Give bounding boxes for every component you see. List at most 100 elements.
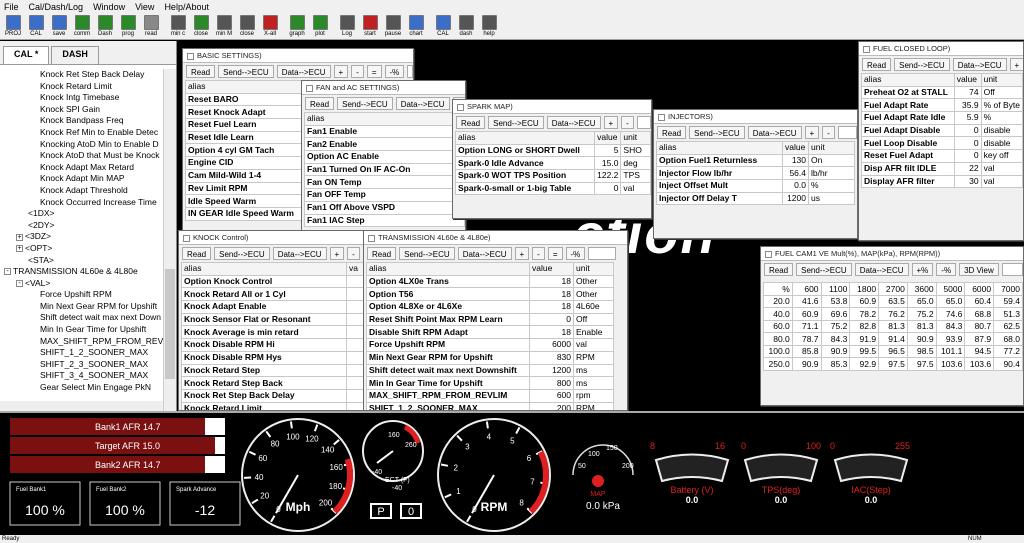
ve-cell[interactable]: 101.1	[935, 344, 966, 358]
window-titlebar[interactable]: FUEL CAM1 VE Mult(%), MAP(kPa), RPM(RPM)…	[761, 247, 1023, 261]
value-cell[interactable]: 35.9	[953, 98, 982, 113]
table-row[interactable]: Force Upshift RPM 6000 val	[366, 338, 614, 352]
window-button[interactable]: -%	[384, 65, 405, 78]
value-cell[interactable]: 122.2	[594, 169, 622, 183]
ve-cell[interactable]: 87.9	[964, 332, 995, 346]
window-button[interactable]: Send-->ECU	[337, 97, 393, 110]
menu-cal-dash-log[interactable]: Cal/Dash/Log	[29, 2, 84, 12]
value-cell[interactable]: 18	[529, 274, 574, 289]
value-cell[interactable]: 1200	[529, 363, 574, 378]
toolbar-dash-button[interactable]: dash	[455, 13, 477, 40]
ve-cell[interactable]: 91.9	[849, 332, 880, 346]
ve-cell[interactable]: 63.5	[878, 294, 908, 308]
window-button[interactable]: +	[514, 247, 530, 260]
window-button[interactable]: +	[1009, 58, 1023, 71]
value-cell[interactable]: 130	[782, 153, 809, 168]
table-row[interactable]: Knock Disable RPM Hys	[181, 350, 367, 365]
value-cell[interactable]: 22	[953, 161, 982, 176]
collapse-icon[interactable]: -	[4, 268, 11, 276]
toolbar-help-button[interactable]: help	[478, 13, 500, 40]
window-button[interactable]: -	[822, 126, 835, 139]
window-button[interactable]: Read	[186, 65, 216, 78]
step-input[interactable]	[837, 126, 857, 139]
ve-window[interactable]: FUEL CAM1 VE Mult(%), MAP(kPa), RPM(RPM)…	[760, 246, 1024, 406]
toolbar-cal-button[interactable]: CAL	[25, 13, 47, 40]
fuel-window[interactable]: FUEL CLOSED LOOP) Read Send-->ECU Data-->EC…	[858, 41, 1024, 241]
value-cell[interactable]: 18	[529, 300, 574, 314]
ve-cell[interactable]: 82.8	[849, 319, 880, 333]
toolbar-prog-button[interactable]: prog	[117, 13, 139, 40]
tree-item[interactable]: Gear Select Min Engage PkN	[0, 382, 163, 394]
window-button[interactable]: =	[366, 65, 382, 78]
table-row[interactable]: Display AFR filter 30 val	[861, 174, 1023, 189]
table-row[interactable]: Fan1 Enable	[304, 124, 465, 139]
ve-cell[interactable]: 68.0	[993, 332, 1023, 346]
tree-item[interactable]: Min In Gear Time for Upshift	[0, 324, 163, 336]
window-titlebar[interactable]: INJECTORS)	[654, 110, 857, 124]
tab-dash[interactable]: DASH	[51, 46, 99, 64]
tree-item[interactable]: Min Next Gear RPM for Upshift	[0, 301, 163, 313]
tree-item[interactable]: Knock Bandpass Freq	[0, 115, 163, 127]
ve-cell[interactable]: 96.5	[878, 344, 908, 358]
tab-cal[interactable]: CAL *	[3, 46, 50, 64]
ve-cell[interactable]: 98.5	[906, 344, 937, 358]
tree-item[interactable]: Knock Retard Limit	[0, 81, 163, 93]
expand-icon[interactable]: +	[16, 233, 23, 241]
scrollbar-thumb[interactable]	[165, 269, 175, 379]
table-row[interactable]: Inject Offset Mult 0.0%	[656, 179, 855, 193]
tree-item[interactable]: - TRANSMISSION 4L60e & 4L80e	[0, 266, 163, 278]
window-button[interactable]: Data-->ECU	[952, 58, 1007, 71]
toolbar-close-button[interactable]: close	[190, 13, 212, 40]
window-button[interactable]: Send-->ECU	[894, 58, 950, 71]
ve-cell[interactable]: 80.7	[964, 319, 995, 333]
window-button[interactable]: =	[547, 247, 563, 260]
tree-scrollbar[interactable]	[163, 69, 176, 411]
window-button[interactable]: -	[621, 116, 634, 129]
window-titlebar[interactable]: KNOCK Control)	[179, 231, 367, 245]
value-cell[interactable]: 800	[529, 376, 574, 390]
table-row[interactable]: Option Knock Control	[181, 274, 367, 289]
tree-item[interactable]: <STA>	[0, 255, 163, 267]
tree-item[interactable]: Knock Occurred Increase Time	[0, 197, 163, 209]
window-button[interactable]: Data-->ECU	[854, 263, 909, 276]
table-row[interactable]: Disable Shift RPM Adapt 18 Enable	[366, 325, 614, 340]
table-row[interactable]: Knock Disable RPM Hi	[181, 338, 367, 352]
ve-cell[interactable]: 69.6	[820, 307, 851, 321]
window-button[interactable]: Send-->ECU	[488, 116, 544, 129]
ve-cell[interactable]: 60.9	[849, 294, 880, 308]
ve-cell[interactable]: 103.6	[964, 357, 995, 371]
window-button[interactable]: Data-->ECU	[546, 116, 601, 129]
ve-cell[interactable]: 60.9	[791, 307, 822, 321]
window-button[interactable]: Data-->ECU	[747, 126, 802, 139]
toolbar-start-button[interactable]: start	[359, 13, 381, 40]
window-button[interactable]: Send-->ECU	[218, 65, 274, 78]
value-cell[interactable]: 0	[953, 123, 982, 138]
window-titlebar[interactable]: SPARK MAP)	[453, 100, 651, 114]
menu-window[interactable]: Window	[93, 2, 125, 12]
ve-cell[interactable]: 41.6	[791, 294, 822, 308]
knock-window[interactable]: KNOCK Control) Read Send-->ECU Data-->ECU + -…	[178, 230, 368, 411]
tree-item[interactable]: Knock Adapt Threshold	[0, 185, 163, 197]
toolbar-read-button[interactable]: read	[140, 13, 162, 40]
tree-item[interactable]: SHIFT_1_2_SOONER_MAX	[0, 347, 163, 359]
value-cell[interactable]: 5.9	[953, 111, 982, 125]
window-button[interactable]: Send-->ECU	[214, 247, 270, 260]
ve-cell[interactable]: 99.5	[849, 344, 880, 358]
tree-item[interactable]: - <VAL>	[0, 278, 163, 290]
window-button[interactable]: -	[532, 247, 545, 260]
ve-cell[interactable]: 65.0	[935, 294, 966, 308]
table-row[interactable]: Fan1 Off Above VSPD	[304, 200, 465, 215]
table-row[interactable]: Knock Ret Step Back Delay	[181, 388, 367, 403]
table-row[interactable]: Knock Retard Limit	[181, 401, 367, 410]
table-row[interactable]: Option LONG or SHORT Dwell 5 SHO	[454, 143, 651, 158]
toolbar-chart-button[interactable]: chart	[405, 13, 427, 40]
menu-view[interactable]: View	[135, 2, 154, 12]
table-row[interactable]: Preheat O2 at STALL 74 Off	[861, 85, 1023, 100]
step-input[interactable]	[407, 65, 413, 78]
table-row[interactable]: Knock Adapt Enable	[181, 300, 367, 314]
value-cell[interactable]: 830	[529, 350, 574, 365]
ve-cell[interactable]: 84.3	[820, 332, 851, 346]
ve-cell[interactable]: 53.8	[820, 294, 851, 308]
ve-cell[interactable]: 85.8	[791, 344, 822, 358]
toolbar-graph-button[interactable]: graph	[286, 13, 308, 40]
